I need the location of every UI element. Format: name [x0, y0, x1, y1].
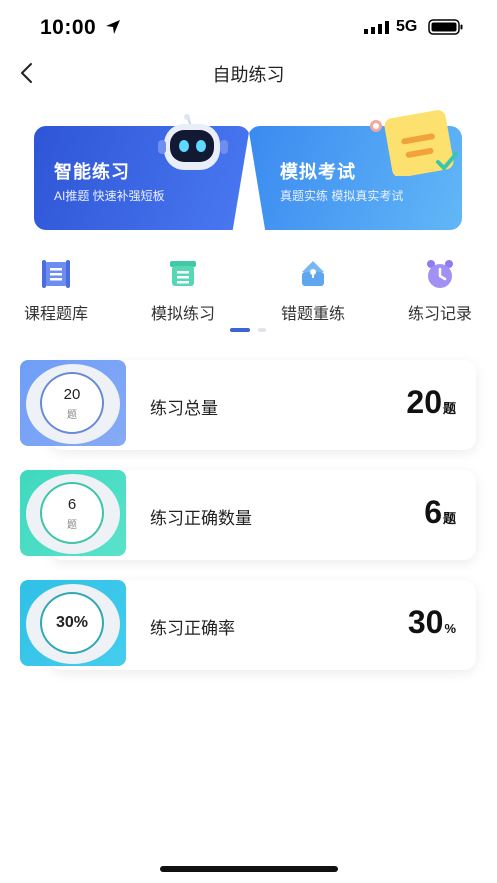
- notepad-icon: [370, 110, 458, 176]
- page-dot-active: [230, 328, 250, 332]
- quick-item-course-bank[interactable]: 课程题库: [8, 256, 104, 326]
- quick-item-label: 错题重练: [280, 306, 345, 323]
- banner-title: 智能练习: [54, 162, 130, 182]
- quick-item-label: 课程题库: [23, 306, 88, 323]
- quick-item-mock-practice[interactable]: 模拟练习: [135, 256, 231, 326]
- stat-card-correct-rate[interactable]: 30% 练习正确率 30%: [20, 580, 476, 670]
- quick-item-wrong-questions[interactable]: 错题重练: [265, 256, 361, 326]
- wrong-question-icon: [302, 261, 324, 286]
- page-title: 自助练习: [212, 65, 285, 85]
- stat-card-total[interactable]: 20 题 练习总量 20题: [20, 360, 476, 450]
- tile-number: 6: [67, 496, 77, 513]
- battery-icon: [428, 19, 463, 35]
- tile-circle: 6 题: [40, 482, 104, 544]
- tile-circle: 30%: [40, 592, 104, 654]
- tile-number: 20: [63, 386, 81, 403]
- status-time: 10:00: [40, 16, 97, 39]
- stat-value: 20题: [406, 384, 456, 421]
- course-bank-icon: [42, 260, 70, 288]
- status-bar: 10:00 5G: [0, 0, 497, 54]
- tile-percent: 30%: [55, 614, 89, 631]
- clock-record-icon: [427, 260, 453, 288]
- location-arrow-icon: [106, 20, 120, 34]
- stat-label: 练习正确数量: [150, 509, 252, 528]
- quick-item-practice-record[interactable]: 练习记录: [392, 256, 488, 326]
- robot-icon: [158, 114, 228, 170]
- home-indicator[interactable]: [160, 866, 338, 872]
- tile-circle: 20 题: [40, 372, 104, 434]
- stat-label: 练习总量: [150, 399, 218, 418]
- stat-number: 20: [406, 384, 442, 420]
- tile-unit: 题: [67, 520, 77, 531]
- nav-bar: 自助练习: [0, 54, 497, 92]
- stat-tile: 30%: [20, 580, 126, 666]
- stat-unit: 题: [442, 401, 456, 416]
- stat-number: 30: [407, 604, 444, 640]
- stat-unit: 题: [442, 511, 456, 526]
- mock-practice-icon: [170, 261, 196, 286]
- tile-unit: 题: [67, 410, 77, 421]
- stat-tile: 6 题: [20, 470, 126, 556]
- stat-card-correct-count[interactable]: 6 题 练习正确数量 6题: [20, 470, 476, 560]
- stat-value: 6题: [424, 494, 456, 531]
- stat-number: 6: [424, 494, 442, 530]
- banner-subtitle: AI推题 快速补强短板: [54, 189, 165, 203]
- stat-value: 30%: [408, 604, 456, 641]
- banner-title: 模拟考试: [280, 162, 356, 182]
- signal-icon: [364, 21, 389, 34]
- banner-subtitle: 真题实练 模拟真实考试: [280, 189, 404, 203]
- network-label: 5G: [396, 18, 418, 35]
- stat-unit: %: [444, 621, 456, 636]
- page-dot: [258, 328, 266, 332]
- quick-item-label: 练习记录: [407, 306, 472, 323]
- stat-label: 练习正确率: [150, 619, 235, 638]
- stat-tile: 20 题: [20, 360, 126, 446]
- quick-item-label: 模拟练习: [150, 306, 215, 323]
